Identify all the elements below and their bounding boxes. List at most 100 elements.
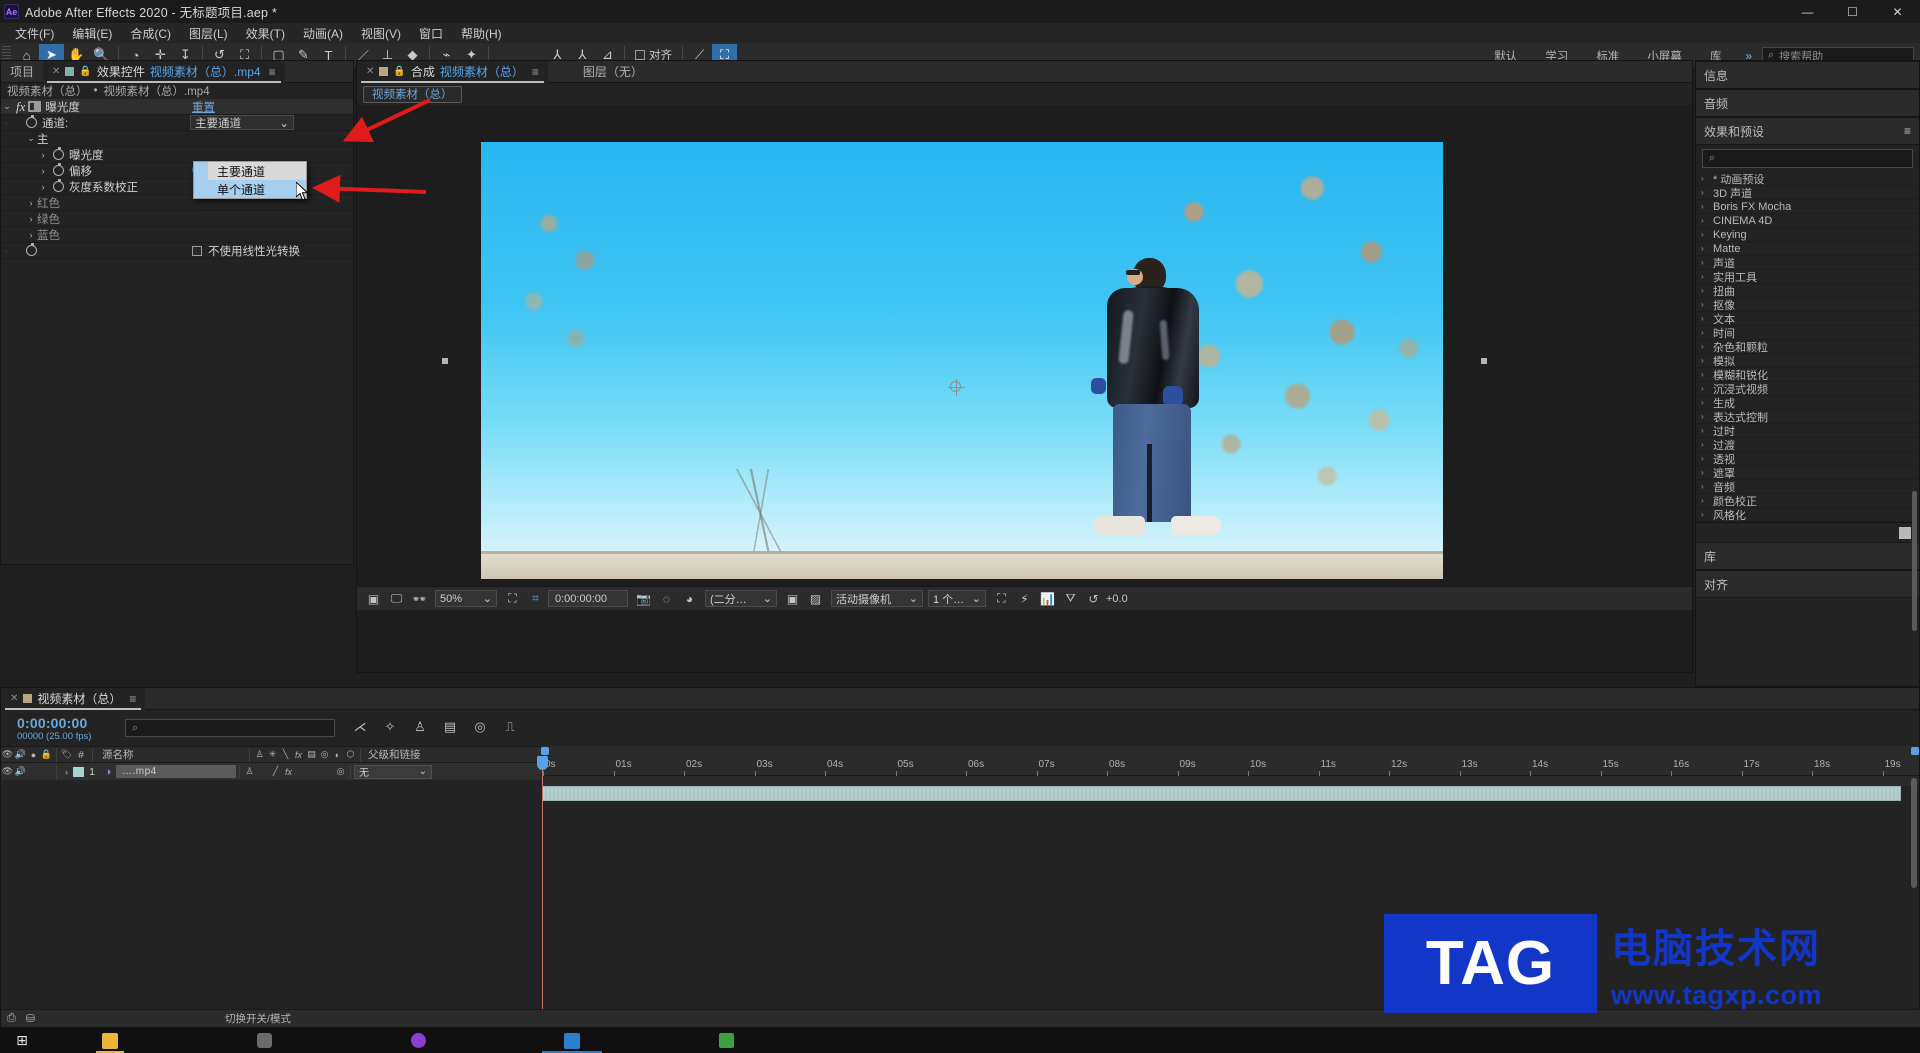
work-area-start-handle[interactable] [541, 747, 549, 755]
dropdown-option-primary[interactable]: 主要通道 [194, 162, 306, 180]
table-row[interactable]: 👁 🔊 › 1 ◑ ….mp4 ♙ ╱ fx ◎ 无 ⌄ [1, 763, 541, 780]
effects-search-input[interactable]: ⌕ [1702, 149, 1913, 168]
chevron-right-icon[interactable]: › [1701, 440, 1709, 449]
composition-viewer[interactable] [357, 105, 1692, 586]
chevron-right-icon[interactable]: › [1701, 188, 1709, 197]
chevron-right-icon[interactable]: › [1701, 496, 1709, 505]
exposure-value[interactable]: +0.0 [1106, 593, 1128, 605]
zoom-select[interactable]: 50% ⌄ [435, 590, 497, 607]
close-button[interactable]: ✕ [1875, 0, 1920, 23]
taskbar-app-3[interactable] [396, 1028, 440, 1053]
effects-list-scrollbar[interactable] [1912, 491, 1917, 631]
show-snapshot-icon[interactable]: ◌ [656, 589, 677, 609]
chevron-right-icon[interactable]: › [1701, 230, 1709, 239]
reset-link[interactable]: 重置 [192, 99, 215, 115]
toggle-switches-icon[interactable]: ⎙ [7, 1012, 16, 1025]
lock-icon[interactable]: 🔒 [79, 66, 91, 77]
menu-file[interactable]: 文件(F) [6, 23, 63, 44]
new-folder-icon[interactable] [1899, 526, 1911, 539]
channel-icon[interactable]: ◕ [679, 589, 700, 609]
anchor-point-icon[interactable] [948, 379, 965, 396]
taskbar-app-1[interactable] [88, 1028, 132, 1053]
taskbar-app-4[interactable] [542, 1028, 602, 1053]
chevron-right-icon[interactable]: › [25, 230, 37, 240]
playhead-handle[interactable] [537, 756, 548, 770]
chevron-right-icon[interactable]: › [1701, 328, 1709, 337]
menu-help[interactable]: 帮助(H) [452, 23, 511, 44]
layer-quality-toggle[interactable]: ╱ [269, 766, 282, 777]
chevron-right-icon[interactable]: › [1701, 216, 1709, 225]
breadcrumb-layer[interactable]: 视频素材（总）.mp4 [104, 83, 210, 99]
toggle-switches-label[interactable]: 切换开关/模式 [225, 1011, 291, 1026]
chevron-right-icon[interactable]: › [1701, 244, 1709, 253]
layer-twirl-icon[interactable]: › [60, 767, 73, 777]
menu-animation[interactable]: 动画(A) [294, 23, 352, 44]
master-group-row[interactable]: ⌄ 主 [1, 131, 353, 147]
chevron-right-icon[interactable]: › [1701, 174, 1709, 183]
taskbar-app-5[interactable] [704, 1028, 748, 1053]
align-panel-header[interactable]: 对齐 [1696, 570, 1919, 598]
reset-exposure-icon[interactable]: ↺ [1083, 589, 1104, 609]
guides-icon[interactable]: ⛶ [991, 589, 1012, 609]
effect-category-item[interactable]: › 风格化 [1696, 508, 1919, 522]
menu-layer[interactable]: 图层(L) [180, 23, 237, 44]
tab-effect-controls[interactable]: ✕ 🔒 效果控件 视频素材（总）.mp4 ≡ [43, 60, 285, 83]
effect-header-row[interactable]: ⌄ fx 曝光度 重置 [1, 99, 353, 115]
menu-composition[interactable]: 合成(C) [121, 23, 180, 44]
menu-window[interactable]: 窗口 [410, 23, 452, 44]
tab-composition[interactable]: ✕ 🔒 合成 视频素材（总） ≡ [357, 60, 548, 83]
audio-panel-header[interactable]: 音频 [1696, 89, 1919, 117]
comp-name-pill[interactable]: 视频素材（总） [363, 85, 462, 103]
chevron-right-icon[interactable]: › [1701, 412, 1709, 421]
taskbar-app-2[interactable] [242, 1028, 286, 1053]
views-select[interactable]: 1 个… ⌄ [928, 590, 986, 607]
effect-category-item[interactable]: › Boris FX Mocha [1696, 200, 1919, 214]
chevron-right-icon[interactable]: › [1701, 482, 1709, 491]
linear-light-checkbox[interactable] [192, 245, 202, 256]
chevron-right-icon[interactable]: › [1701, 510, 1709, 519]
grid-icon[interactable]: ⌗ [525, 589, 546, 609]
stopwatch-icon[interactable] [53, 179, 64, 192]
chevron-right-icon[interactable]: › [1701, 314, 1709, 323]
comp-flowchart-icon[interactable]: ⛛ [1060, 589, 1081, 609]
snapshot-icon[interactable]: 📷 [633, 589, 654, 609]
panel-menu-icon[interactable]: ≡ [129, 692, 136, 706]
layer-label-color[interactable] [73, 766, 84, 777]
fast-preview-icon[interactable]: ⚡ [1014, 589, 1035, 609]
3d-view-icon[interactable]: 👓 [409, 589, 430, 609]
chevron-right-icon[interactable]: › [1701, 342, 1709, 351]
composition-mini-flowchart-icon[interactable]: ⋌ [349, 716, 371, 738]
toggle-transparency-icon[interactable]: ▣ [363, 589, 384, 609]
layer-parent-select[interactable]: 无 ⌄ [354, 764, 432, 779]
chevron-right-icon[interactable]: › [1701, 202, 1709, 211]
layer-fx-toggle[interactable]: fx [282, 767, 295, 777]
layer-source-name[interactable]: ….mp4 [116, 765, 236, 778]
current-time-field[interactable]: 0:00:00:00 [548, 590, 628, 607]
stopwatch-icon[interactable] [53, 147, 64, 160]
motion-blur-icon[interactable]: ◎ [469, 716, 491, 738]
chevron-right-icon[interactable]: › [37, 182, 49, 192]
stopwatch-icon[interactable] [53, 163, 64, 176]
color-group-green[interactable]: › 绿色 [1, 211, 353, 227]
channel-dropdown[interactable]: 主要通道 ⌄ [190, 115, 294, 130]
layer-3d-toggle[interactable]: ◎ [334, 766, 347, 777]
timeline-vertical-scrollbar[interactable] [1911, 778, 1917, 888]
chevron-right-icon[interactable]: › [37, 150, 49, 160]
chevron-right-icon[interactable]: › [1701, 398, 1709, 407]
close-icon[interactable]: ✕ [52, 66, 60, 77]
tab-project[interactable]: 项目 [1, 61, 43, 83]
video-preview[interactable] [481, 142, 1443, 579]
draft-3d-icon[interactable]: ✧ [379, 716, 401, 738]
taskbar-start-icon[interactable]: ⊞ [0, 1028, 44, 1053]
menu-view[interactable]: 视图(V) [352, 23, 410, 44]
menu-effect[interactable]: 效果(T) [237, 23, 294, 44]
close-icon[interactable]: ✕ [10, 693, 18, 704]
close-icon[interactable]: ✕ [366, 66, 374, 77]
stopwatch-icon[interactable] [26, 243, 37, 256]
maximize-button[interactable]: ☐ [1830, 0, 1875, 23]
effect-category-item[interactable]: › Keying [1696, 228, 1919, 242]
lock-icon[interactable]: 🔒 [393, 66, 405, 77]
info-panel-header[interactable]: 信息 [1696, 61, 1919, 89]
timeline-current-time[interactable]: 0:00:00:00 00000 (25.00 fps) [17, 715, 91, 742]
work-area-end-handle[interactable] [1911, 747, 1919, 755]
